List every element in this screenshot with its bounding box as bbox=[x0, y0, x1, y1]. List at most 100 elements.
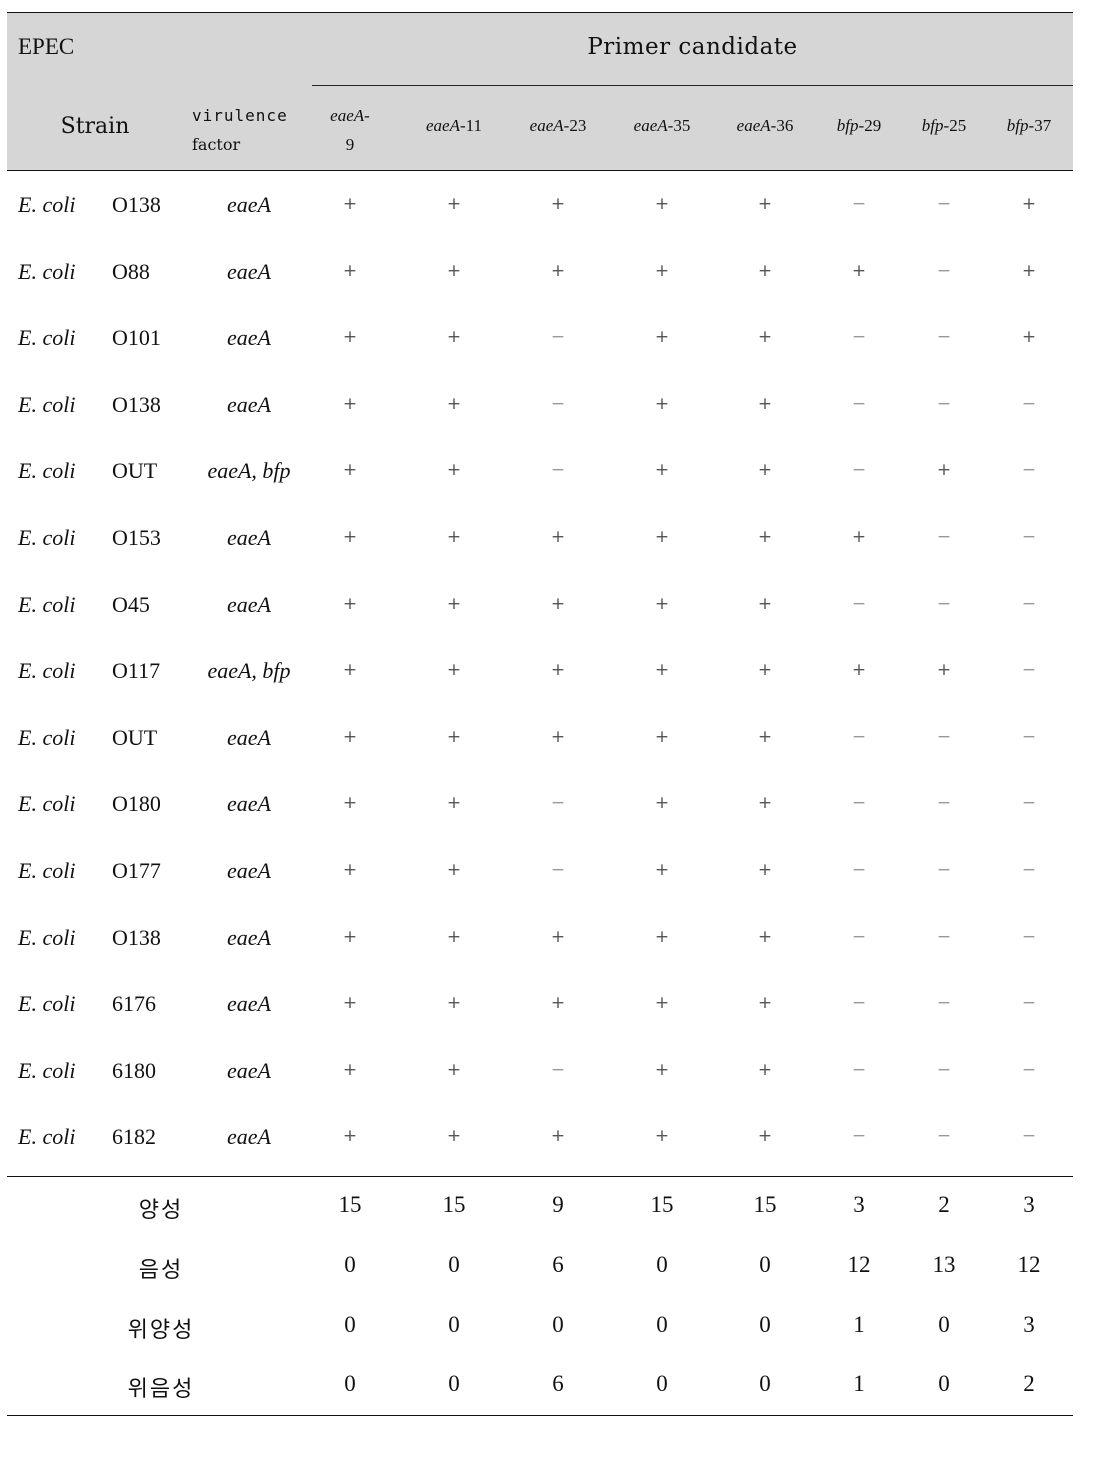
table-row: E. coli O45 eaeA + + + + + − − − bbox=[7, 588, 1073, 654]
result-positive: + bbox=[1021, 260, 1037, 281]
result-negative: − bbox=[1021, 793, 1037, 814]
result-positive: + bbox=[550, 660, 566, 681]
primer-number: 9 bbox=[345, 135, 355, 154]
result-positive: + bbox=[757, 460, 773, 481]
result-negative: − bbox=[1021, 460, 1037, 481]
virulence-factor: eaeA bbox=[227, 258, 271, 284]
species-name: E. coli bbox=[18, 325, 76, 351]
primer-gene: eaeA bbox=[633, 116, 668, 135]
result-positive: + bbox=[757, 527, 773, 547]
serotype: O138 bbox=[112, 192, 161, 217]
summary-value: 12 bbox=[1017, 1252, 1041, 1277]
summary-value: 0 bbox=[656, 1252, 668, 1277]
result-positive: + bbox=[654, 926, 670, 947]
strain-name: E. coli 6180 bbox=[18, 1058, 156, 1084]
summary-top-rule bbox=[7, 1176, 1073, 1177]
result-negative: − bbox=[851, 327, 867, 348]
primer-number: -29 bbox=[858, 116, 882, 135]
result-positive: + bbox=[757, 860, 773, 880]
primer-number: -11 bbox=[459, 116, 482, 135]
primer-column-header: eaeA-35 bbox=[612, 116, 712, 136]
result-positive: + bbox=[550, 993, 566, 1014]
species-name: E. coli bbox=[18, 791, 76, 817]
result-positive: + bbox=[654, 260, 670, 281]
result-positive: + bbox=[757, 993, 773, 1014]
result-negative: − bbox=[851, 793, 867, 814]
virulence-factor: eaeA bbox=[227, 791, 271, 817]
strain-name: E. coli OUT bbox=[18, 725, 157, 751]
result-negative: − bbox=[851, 1059, 867, 1080]
serotype: O180 bbox=[112, 791, 161, 817]
result-positive: + bbox=[654, 1126, 670, 1147]
result-positive: + bbox=[851, 260, 867, 281]
result-positive: + bbox=[757, 660, 773, 681]
table-row: E. coli 6180 eaeA + + − + + − − − bbox=[7, 1054, 1073, 1120]
virulence-column-header: virulence factor bbox=[192, 101, 288, 159]
result-positive: + bbox=[654, 726, 670, 747]
virulence-factor: eaeA, bfp bbox=[207, 658, 291, 684]
virulence-factor: eaeA bbox=[227, 525, 271, 550]
result-negative: − bbox=[936, 1126, 952, 1147]
species-name: E. coli bbox=[18, 1057, 76, 1083]
serotype: 6176 bbox=[112, 991, 156, 1017]
serotype: 6180 bbox=[112, 1057, 156, 1083]
summary-row: 위양성 0 0 0 0 0 1 0 3 bbox=[7, 1312, 1073, 1362]
primer-gene: eaeA bbox=[425, 116, 460, 135]
result-negative: − bbox=[936, 860, 952, 880]
summary-value: 9 bbox=[552, 1192, 564, 1217]
primer-column-header: eaeA-36 bbox=[715, 116, 815, 136]
result-negative: − bbox=[851, 726, 867, 747]
primer-gene: bfp bbox=[1006, 116, 1029, 135]
summary-value: 0 bbox=[759, 1312, 771, 1337]
virulence-factor: eaeA bbox=[227, 1124, 271, 1150]
result-positive: + bbox=[550, 194, 566, 214]
table-row: E. coli O88 eaeA + + + + + + − + bbox=[7, 255, 1073, 321]
summary-value: 0 bbox=[448, 1252, 460, 1277]
summary-value: 0 bbox=[344, 1371, 356, 1396]
result-positive: + bbox=[446, 1059, 462, 1080]
result-negative: − bbox=[1021, 1126, 1037, 1147]
result-negative: − bbox=[851, 993, 867, 1014]
result-positive: + bbox=[446, 460, 462, 481]
table-row: E. coli O180 eaeA + + − + + − − − bbox=[7, 787, 1073, 853]
primer-column-header: eaeA-11 bbox=[404, 116, 504, 136]
result-positive: + bbox=[446, 393, 462, 414]
result-negative: − bbox=[851, 1126, 867, 1147]
result-negative: − bbox=[851, 926, 867, 947]
result-positive: + bbox=[342, 194, 358, 214]
virulence-header-line2: factor bbox=[192, 135, 241, 154]
result-positive: + bbox=[654, 793, 670, 814]
species-name: E. coli bbox=[18, 391, 76, 417]
result-positive: + bbox=[446, 993, 462, 1014]
summary-value: 15 bbox=[338, 1192, 362, 1217]
serotype: OUT bbox=[112, 724, 158, 750]
virulence-factor: eaeA bbox=[227, 591, 271, 617]
table-row: E. coli O138 eaeA + + + + + − − + bbox=[7, 188, 1073, 254]
result-negative: − bbox=[936, 793, 952, 814]
summary-value: 0 bbox=[344, 1252, 356, 1277]
serotype: O153 bbox=[112, 525, 161, 550]
strain-name: E. coli 6176 bbox=[18, 991, 156, 1017]
species-name: E. coli bbox=[18, 1124, 76, 1150]
result-negative: − bbox=[550, 393, 566, 414]
primer-gene: eaeA- bbox=[330, 106, 370, 125]
result-negative: − bbox=[936, 393, 952, 414]
summary-value: 13 bbox=[932, 1252, 956, 1277]
primer-number: -23 bbox=[563, 116, 587, 135]
primer-gene: bfp bbox=[836, 116, 859, 135]
result-negative: − bbox=[936, 993, 952, 1014]
summary-label: 위음성 bbox=[127, 1377, 195, 1402]
virulence-factor: eaeA bbox=[227, 1057, 271, 1083]
summary-value: 3 bbox=[1023, 1192, 1035, 1217]
summary-value: 15 bbox=[753, 1192, 777, 1217]
result-positive: + bbox=[757, 1059, 773, 1080]
species-name: E. coli bbox=[18, 192, 76, 217]
result-positive: + bbox=[654, 460, 670, 481]
primer-column-header: eaeA-23 bbox=[508, 116, 608, 136]
serotype: O101 bbox=[112, 325, 161, 351]
summary-value: 6 bbox=[552, 1371, 564, 1396]
result-negative: − bbox=[936, 1059, 952, 1080]
serotype: 6182 bbox=[112, 1124, 156, 1150]
summary-value: 6 bbox=[552, 1252, 564, 1277]
strain-name: E. coli O101 bbox=[18, 325, 161, 351]
